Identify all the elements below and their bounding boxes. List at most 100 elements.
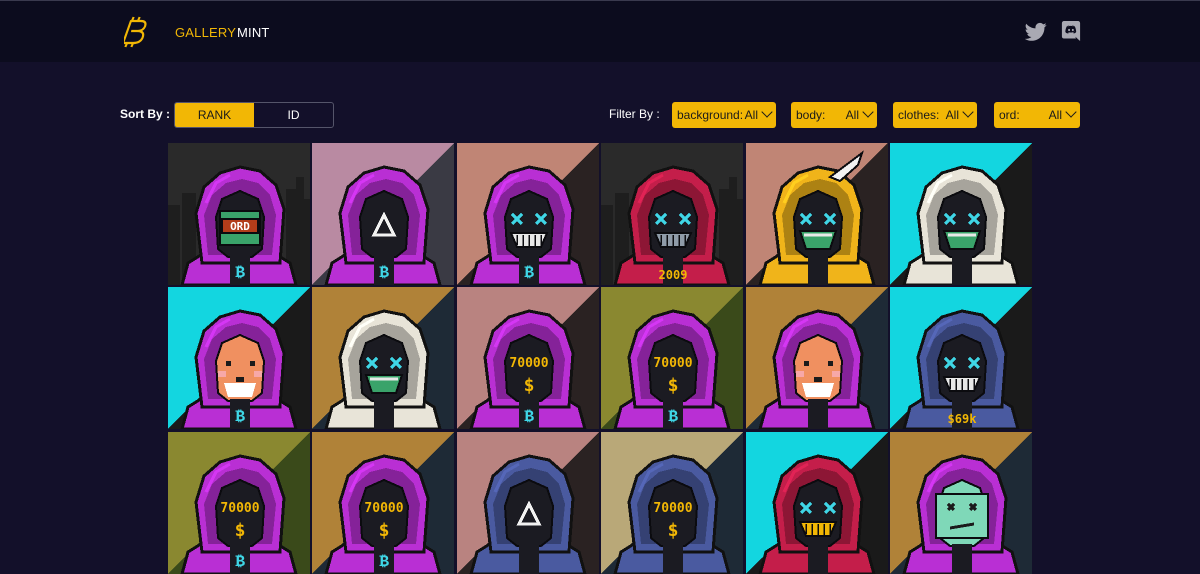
nft-image: 70000 $ ₿: [601, 287, 744, 430]
city-building: [733, 199, 744, 285]
chevron-down-icon: [962, 106, 974, 118]
clothes-filter-select[interactable]: clothes: All: [893, 102, 977, 128]
bitcoin-chest-icon: ₿: [380, 262, 390, 281]
cheek: [831, 371, 840, 378]
eye: [803, 361, 809, 367]
neck: [807, 255, 828, 285]
nft-image: [456, 431, 599, 574]
nft-card[interactable]: [889, 431, 1032, 574]
nft-card[interactable]: $69k: [889, 287, 1032, 430]
neck: [663, 543, 684, 574]
nft-card[interactable]: ₿: [456, 143, 599, 285]
neck: [951, 255, 972, 285]
dollar-sign: $: [523, 375, 534, 396]
bitcoin-chest-icon: ₿: [380, 551, 390, 570]
cheek: [254, 371, 262, 378]
filter-label: clothes:: [898, 108, 940, 122]
sort-by-label: Sort By :: [120, 107, 171, 121]
nft-image: $69k: [889, 287, 1032, 430]
nft-card[interactable]: 70000 $: [601, 431, 744, 574]
face-number-text: 70000: [509, 356, 548, 371]
neck: [518, 543, 539, 574]
face: [503, 478, 554, 547]
bitcoin-logo-icon[interactable]: [124, 15, 152, 49]
body-filter-select[interactable]: body: All: [791, 102, 877, 128]
nft-card[interactable]: [745, 287, 888, 430]
nose: [813, 377, 822, 383]
nft-card[interactable]: ORD ₿: [168, 143, 310, 285]
filter-by-label: Filter By :: [609, 107, 660, 121]
nft-image: [745, 143, 888, 285]
sort-toggle: RANK ID: [174, 102, 334, 128]
zombie-face: [934, 492, 989, 539]
face-number-text: 70000: [654, 356, 693, 371]
sort-rank-button[interactable]: RANK: [175, 103, 254, 127]
filter-label: background:: [677, 108, 744, 122]
face-number-text: 70000: [654, 501, 693, 516]
dollar-sign: $: [379, 520, 390, 541]
neck: [374, 399, 395, 430]
nft-image: [889, 143, 1032, 285]
city-building: [168, 205, 180, 285]
nft-card[interactable]: 70000 $ ₿: [168, 431, 310, 574]
nft-image: [889, 431, 1032, 574]
nft-card[interactable]: ₿: [312, 143, 455, 285]
bitcoin-chest-icon: ₿: [524, 406, 534, 425]
filter-value: All: [744, 108, 758, 122]
discord-icon[interactable]: [1060, 21, 1082, 41]
nft-card[interactable]: [745, 143, 888, 285]
nft-card[interactable]: [312, 287, 455, 430]
nft-image: 70000 $: [601, 431, 744, 574]
nav-gallery-link[interactable]: GALLERY: [175, 25, 236, 40]
snout: [801, 383, 834, 398]
nav-mint-link[interactable]: MINT: [237, 25, 270, 40]
eye: [827, 361, 833, 367]
chest-text: $69k: [948, 412, 978, 426]
nft-image: [312, 287, 455, 430]
nft-card[interactable]: 70000 $ ₿: [312, 431, 455, 574]
ord-filter-select[interactable]: ord: All: [994, 102, 1080, 128]
cheek: [218, 371, 226, 378]
nft-image: ₿: [312, 143, 455, 285]
snout: [224, 383, 256, 398]
city-building: [300, 199, 310, 285]
nft-card[interactable]: [889, 143, 1032, 285]
face-number-text: 70000: [220, 501, 259, 516]
filter-value: All: [945, 108, 959, 122]
nft-card[interactable]: ₿: [168, 287, 310, 430]
dollar-sign: $: [668, 520, 679, 541]
eye: [226, 361, 231, 367]
nft-gallery-grid: ORD ₿ ₿ ₿ 2009 ₿ 70000 $ ₿ 70000 $ ₿ $69k 70000 $ ₿ 7000…: [168, 143, 1032, 574]
nft-image: ₿: [168, 287, 310, 430]
nft-card[interactable]: 70000 $ ₿: [601, 287, 744, 430]
nft-image: 70000 $ ₿: [312, 431, 455, 574]
nft-image: [745, 431, 888, 574]
eye: [250, 361, 255, 367]
neck: [807, 399, 828, 430]
nft-card[interactable]: [456, 431, 599, 574]
filter-label: body:: [796, 108, 826, 122]
chevron-down-icon: [1065, 106, 1077, 118]
face: [359, 189, 410, 258]
bitcoin-chest-icon: ₿: [235, 406, 245, 425]
filter-value: All: [1048, 108, 1062, 122]
sort-id-button[interactable]: ID: [254, 103, 333, 127]
twitter-icon[interactable]: [1025, 22, 1047, 42]
cheek: [795, 371, 804, 378]
chest-text: 2009: [659, 268, 688, 282]
bitcoin-chest-icon: ₿: [668, 406, 678, 425]
nft-image: 70000 $ ₿: [168, 431, 310, 574]
nft-image: 2009: [601, 143, 744, 285]
nft-card[interactable]: [745, 431, 888, 574]
filter-value: All: [845, 108, 859, 122]
background-filter-select[interactable]: background: All: [672, 102, 776, 128]
bitcoin-chest-icon: ₿: [524, 262, 534, 281]
chevron-down-icon: [862, 106, 874, 118]
nft-image: [745, 287, 888, 430]
filter-label: ord:: [999, 108, 1020, 122]
nft-card[interactable]: 2009: [601, 143, 744, 285]
nose: [236, 377, 244, 383]
bitcoin-chest-icon: ₿: [235, 262, 245, 281]
nft-card[interactable]: 70000 $ ₿: [456, 287, 599, 430]
dollar-sign: $: [668, 375, 679, 396]
